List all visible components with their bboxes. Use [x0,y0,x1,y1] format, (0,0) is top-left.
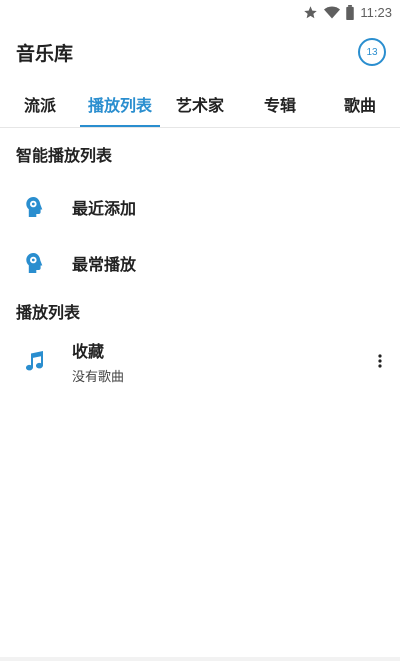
list-item-label: 最常播放 [72,255,137,274]
tab-genres[interactable]: 流派 [0,80,80,127]
status-bar: 11:23 [0,0,400,24]
smart-playlist-icon [0,196,72,218]
star-icon [302,4,318,20]
playlist-song-count: 没有歌曲 [72,369,125,385]
wifi-icon [324,4,341,20]
playlists-header: 播放列表 [16,303,81,322]
list-item-recently-added[interactable]: 最近添加 [0,179,400,235]
playlist-content: 智能播放列表 最近添加 最常播放 播放列表 收藏 没有歌曲 [0,129,400,391]
smart-playlists-header: 智能播放列表 [16,146,113,165]
song-count-badge[interactable]: 13 [358,38,386,66]
music-library-screen: 11:23 音乐库 13 流派 播放列表 艺术家 专辑 歌曲 智能播放列表 最近… [0,0,400,661]
music-note-icon [0,351,72,371]
tab-bar: 流派 播放列表 艺术家 专辑 歌曲 [0,80,400,128]
playlist-name: 收藏 [72,341,105,361]
status-time: 11:23 [360,4,392,20]
tab-artists[interactable]: 艺术家 [160,80,240,127]
page-title: 音乐库 [16,42,74,65]
bottom-edge [0,657,400,661]
more-options-icon[interactable] [370,347,390,375]
smart-playlist-icon [0,252,72,274]
list-item-favorites[interactable]: 收藏 没有歌曲 [0,331,400,391]
list-item-label: 最近添加 [72,199,137,218]
app-bar: 音乐库 13 [0,24,400,80]
tab-songs[interactable]: 歌曲 [320,80,400,127]
list-item-texts: 收藏 没有歌曲 [72,338,124,385]
tab-albums[interactable]: 专辑 [240,80,320,127]
tab-playlists[interactable]: 播放列表 [80,80,160,127]
list-item-most-played[interactable]: 最常播放 [0,235,400,291]
battery-icon [346,4,355,20]
